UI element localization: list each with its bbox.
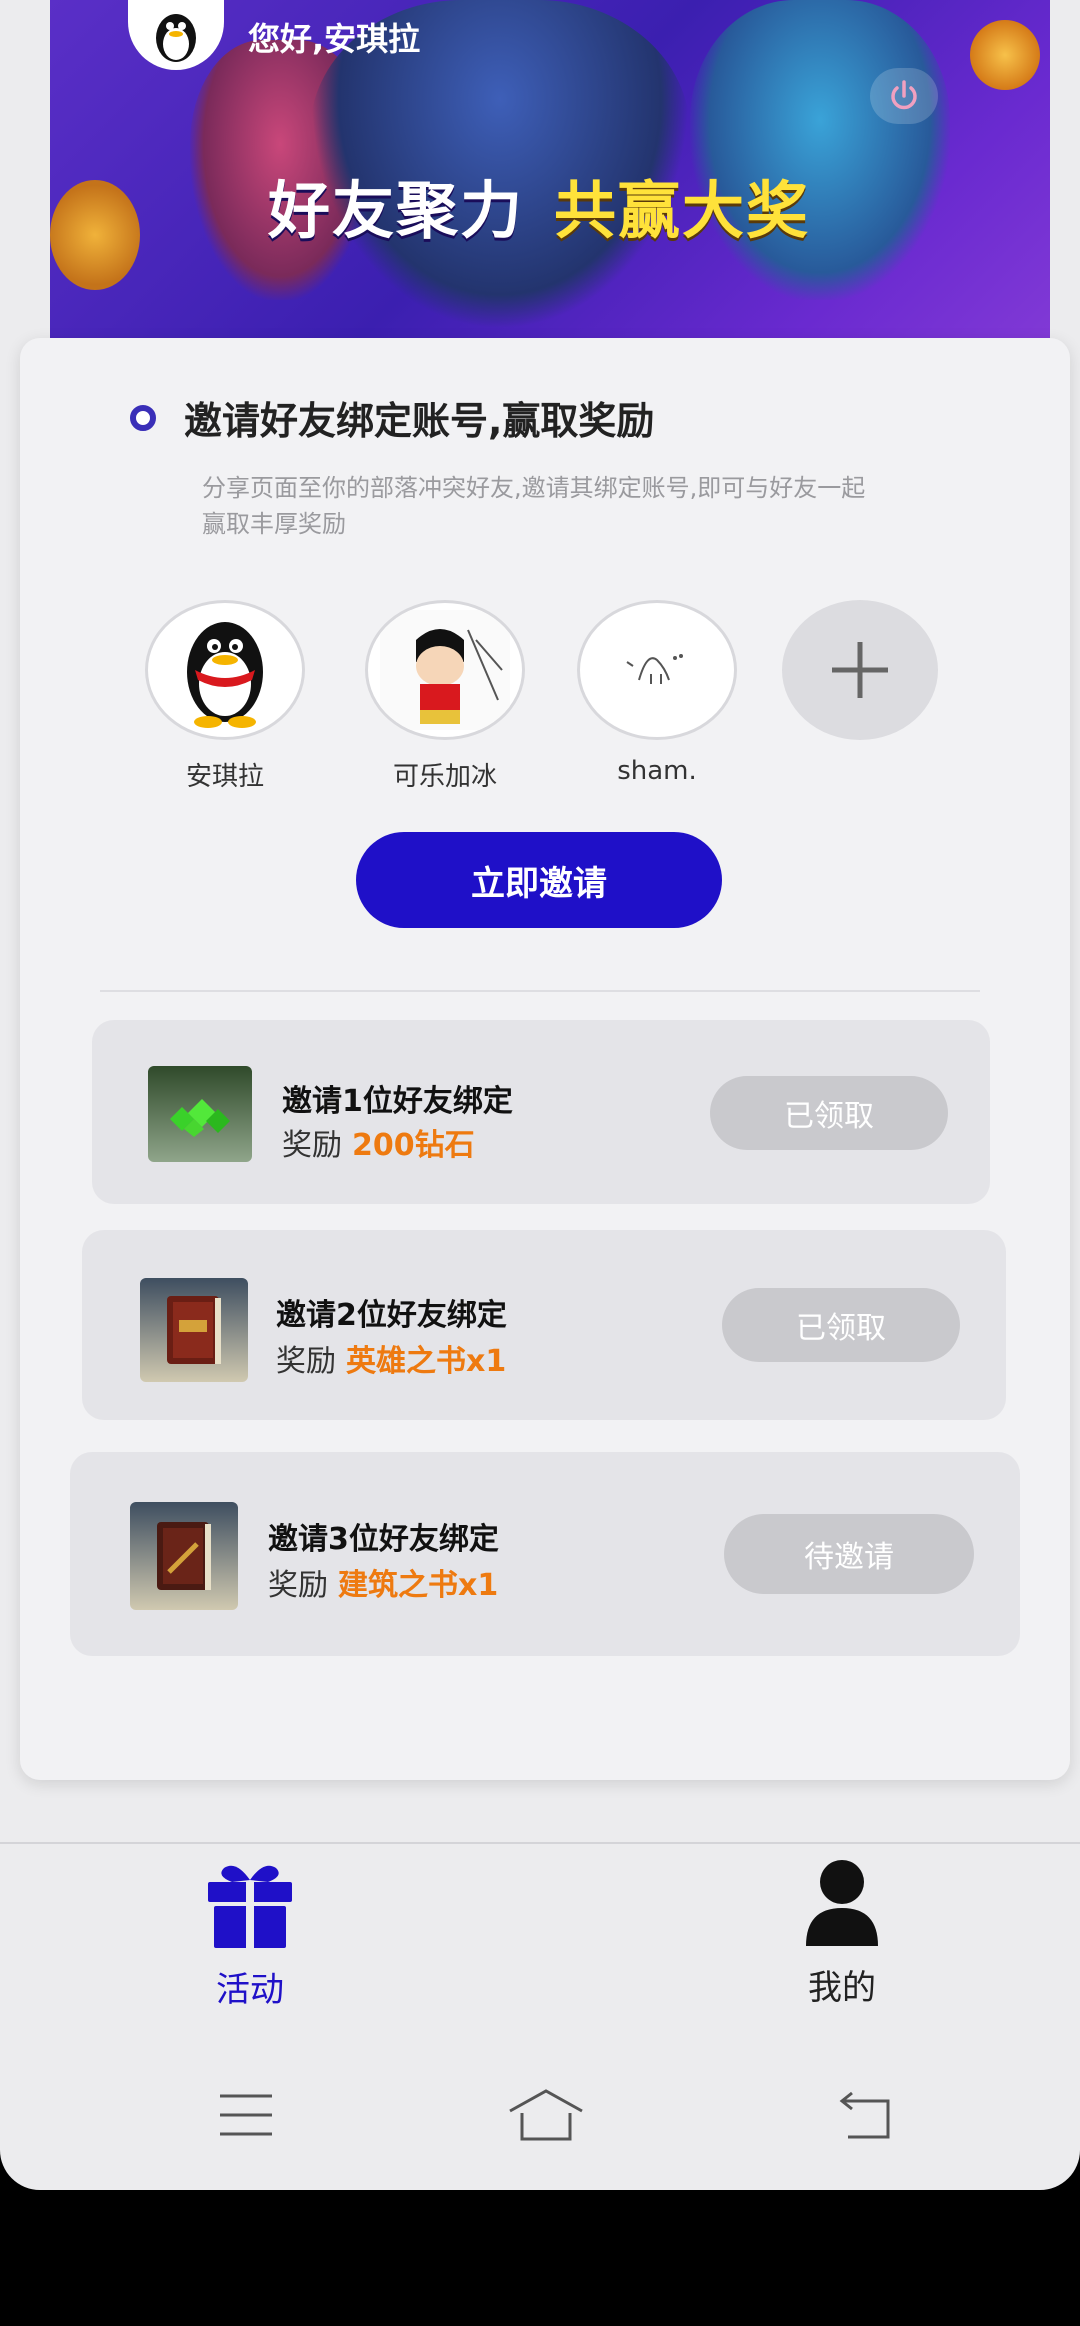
plus-icon [832, 642, 888, 698]
back-icon [839, 2091, 890, 2139]
gem-icon [148, 1066, 252, 1162]
reward-label: 奖励 [282, 1128, 342, 1163]
invite-now-button[interactable]: 立即邀请 [356, 832, 722, 928]
coin-decoration [970, 20, 1040, 90]
slogan-right: 共赢大奖 [554, 174, 811, 247]
claimed-button[interactable]: 已领取 [722, 1288, 960, 1362]
task-reward: 奖励 200钻石 [282, 1120, 475, 1164]
reward-label: 奖励 [276, 1344, 336, 1379]
friend-item[interactable]: 可乐加冰 [360, 600, 530, 793]
banner-slogan: 好友聚力 共赢大奖 [268, 160, 810, 250]
home-button[interactable] [486, 2060, 606, 2170]
friend-list: 安琪拉 可乐加冰 sham. [140, 600, 940, 800]
claimed-button[interactable]: 已领取 [710, 1076, 948, 1150]
home-icon [509, 2089, 583, 2141]
greeting-text: 您好,安琪拉 [248, 20, 421, 58]
friend-avatar [365, 600, 525, 740]
invite-description: 分享页面至你的部落冲突好友,邀请其绑定账号,即可与好友一起赢取丰厚奖励 [202, 474, 866, 538]
bullet-icon [130, 404, 156, 431]
invite-title: 邀请好友绑定账号,赢取奖励 [184, 399, 655, 443]
book-of-building-icon [130, 1502, 238, 1610]
menu-button[interactable] [186, 2060, 306, 2170]
add-friend-button[interactable] [782, 600, 938, 740]
friend-item[interactable]: 安琪拉 [140, 600, 310, 793]
reward-label: 奖励 [268, 1568, 328, 1603]
penguin-icon [156, 14, 196, 62]
pending-invite-button[interactable]: 待邀请 [724, 1514, 974, 1594]
friend-avatar [577, 600, 737, 740]
slogan-left: 好友聚力 [268, 174, 525, 247]
friend-avatar [145, 600, 305, 740]
task-item: 邀请2位好友绑定 奖励 英雄之书x1 已领取 [82, 1230, 1006, 1420]
task-item: 邀请3位好友绑定 奖励 建筑之书x1 待邀请 [70, 1452, 1020, 1656]
task-title: 邀请1位好友绑定 [282, 1084, 513, 1119]
nav-activity-label: 活动 [216, 1970, 284, 2010]
nav-activity[interactable]: 活动 [170, 1858, 330, 2011]
menu-icon [220, 2094, 272, 2136]
app-screen: 您好,安琪拉 好友聚力 共赢大奖 邀请好友绑定账号,赢取奖励 分享页面至你的部落冲… [0, 0, 1080, 2190]
reward-value: 200钻石 [352, 1128, 475, 1163]
task-title: 邀请2位好友绑定 [276, 1298, 507, 1333]
nav-mine[interactable]: 我的 [762, 1856, 922, 2009]
penguin-icon [187, 622, 263, 728]
back-button[interactable] [806, 2060, 926, 2170]
divider [100, 990, 980, 992]
reward-value: 建筑之书x1 [338, 1568, 499, 1603]
friend-name: 可乐加冰 [392, 762, 497, 792]
coin-decoration [50, 180, 140, 290]
doodle-icon [626, 654, 683, 684]
power-icon [891, 80, 917, 110]
task-reward: 奖励 英雄之书x1 [276, 1336, 506, 1380]
reward-value: 英雄之书x1 [346, 1344, 507, 1379]
logout-button[interactable] [870, 68, 938, 124]
friend-name: sham. [617, 756, 697, 786]
cartoon-boy-icon [380, 610, 510, 730]
task-item: 邀请1位好友绑定 奖励 200钻石 已领取 [92, 1020, 990, 1204]
friend-name: 安琪拉 [185, 762, 264, 792]
book-of-heroes-icon [140, 1278, 248, 1382]
nav-mine-label: 我的 [808, 1968, 876, 2008]
person-icon [806, 1860, 878, 1946]
gift-icon [208, 1865, 292, 1948]
wizard-character-art [690, 0, 950, 300]
friend-item[interactable]: sham. [572, 600, 742, 786]
invite-title-row: 邀请好友绑定账号,赢取奖励 [130, 390, 654, 445]
task-title: 邀请3位好友绑定 [268, 1522, 499, 1557]
task-reward: 奖励 建筑之书x1 [268, 1560, 498, 1604]
